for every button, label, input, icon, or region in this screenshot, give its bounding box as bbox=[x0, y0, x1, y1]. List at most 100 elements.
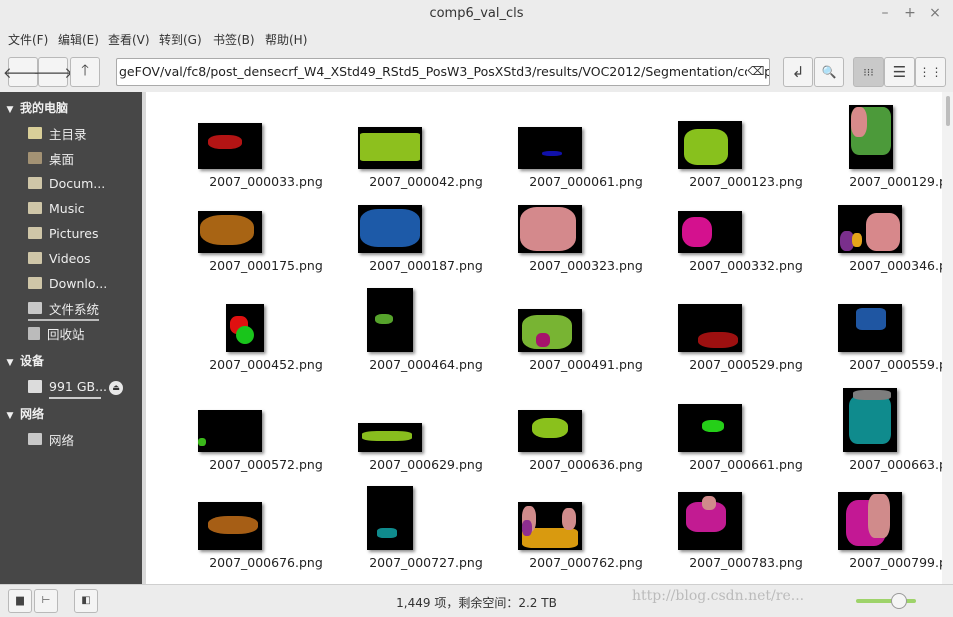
search-button[interactable]: 🔍 bbox=[814, 57, 844, 87]
file-item[interactable]: 2007_000661.png bbox=[666, 382, 826, 478]
sidebar-section-devices[interactable]: ▼ 设备 bbox=[0, 352, 44, 369]
maximize-icon[interactable]: + bbox=[902, 5, 918, 21]
file-item[interactable]: 2007_000799.png bbox=[826, 480, 942, 576]
sidebar-item-trash[interactable]: 回收站 bbox=[28, 322, 85, 344]
toolbar: 🡐 🡒 🡑 geFOV/val/fc8/post_densecrf_W4_XSt… bbox=[0, 50, 953, 92]
file-item[interactable]: 2007_000129.png bbox=[826, 92, 942, 189]
list-view-button[interactable]: ☰ bbox=[884, 57, 915, 87]
compact-view-button[interactable]: ⋮⋮ bbox=[915, 57, 946, 87]
file-item[interactable]: 2007_000629.png bbox=[346, 382, 506, 478]
file-item[interactable]: 2007_000323.png bbox=[506, 182, 666, 278]
menu-file[interactable]: 文件(F) bbox=[8, 31, 48, 48]
sidebar-item-home[interactable]: 主目录 bbox=[28, 122, 87, 144]
file-item[interactable]: 2007_000491.png bbox=[506, 282, 666, 378]
location-path[interactable]: geFOV/val/fc8/post_densecrf_W4_XStd49_RS… bbox=[119, 64, 769, 79]
location-bar[interactable]: geFOV/val/fc8/post_densecrf_W4_XStd49_RS… bbox=[116, 58, 770, 86]
sidebar-item-network[interactable]: 网络 bbox=[28, 428, 74, 450]
file-item[interactable]: 2007_000529.png bbox=[666, 282, 826, 378]
file-name: 2007_000332.png bbox=[689, 258, 803, 273]
sidebar-item-pictures[interactable]: Pictures bbox=[28, 222, 99, 244]
file-item[interactable]: 2007_000346.png bbox=[826, 182, 942, 278]
up-button[interactable]: 🡑 bbox=[70, 57, 100, 87]
menu-view[interactable]: 查看(V) bbox=[108, 31, 150, 48]
file-thumbnail bbox=[518, 127, 582, 169]
file-item[interactable]: 2007_000187.png bbox=[346, 182, 506, 278]
toggle-location-button[interactable]: ↲ bbox=[783, 57, 813, 87]
file-name: 2007_000187.png bbox=[369, 258, 483, 273]
zoom-slider-handle[interactable] bbox=[891, 593, 907, 609]
zoom-slider[interactable] bbox=[856, 599, 916, 603]
drive-icon bbox=[28, 379, 42, 393]
menu-go[interactable]: 转到(G) bbox=[159, 31, 202, 48]
file-item[interactable]: 2007_000676.png bbox=[186, 480, 346, 576]
collapse-arrow-icon: ▼ bbox=[6, 411, 14, 421]
file-thumbnail bbox=[358, 205, 422, 253]
sidebar-section-computer[interactable]: ▼ 我的电脑 bbox=[0, 99, 68, 116]
file-item[interactable]: 2007_000663.png bbox=[826, 382, 942, 478]
segment-region bbox=[208, 516, 258, 534]
segment-region bbox=[208, 135, 242, 149]
segment-region bbox=[684, 129, 728, 165]
title-bar[interactable]: comp6_val_cls – + × bbox=[0, 0, 953, 28]
file-item[interactable]: 2007_000332.png bbox=[666, 182, 826, 278]
file-item[interactable]: 2007_000061.png bbox=[506, 92, 666, 189]
search-icon: 🔍 bbox=[821, 65, 837, 79]
file-thumbnail bbox=[849, 105, 893, 169]
segment-region bbox=[698, 332, 738, 348]
file-name: 2007_000529.png bbox=[689, 357, 803, 372]
file-item[interactable]: 2007_000762.png bbox=[506, 480, 666, 576]
sidebar-section-network[interactable]: ▼ 网络 bbox=[0, 405, 44, 422]
file-item[interactable]: 2007_000636.png bbox=[506, 382, 666, 478]
sidebar-item-documents[interactable]: Docum... bbox=[28, 172, 105, 194]
file-item[interactable]: 2007_000783.png bbox=[666, 480, 826, 576]
icon-view-button[interactable]: ⁝⁝⁝ bbox=[853, 57, 884, 87]
sidebar-item-filesystem[interactable]: 文件系统 bbox=[28, 297, 100, 321]
file-thumbnail bbox=[358, 423, 422, 452]
menu-edit[interactable]: 编辑(E) bbox=[58, 31, 99, 48]
file-thumbnail bbox=[518, 410, 582, 452]
file-name: 2007_000452.png bbox=[209, 357, 323, 372]
file-item[interactable]: 2007_000452.png bbox=[186, 282, 346, 378]
file-item[interactable]: 2007_000042.png bbox=[346, 92, 506, 189]
forward-button[interactable]: 🡒 bbox=[33, 57, 73, 87]
scrollbar-thumb[interactable] bbox=[946, 96, 950, 126]
file-grid: 2007_000033.png 2007_000042.png 2007_00006… bbox=[146, 92, 942, 584]
collapse-arrow-icon: ▼ bbox=[6, 105, 14, 115]
sidebar-item-downloads[interactable]: Downlo... bbox=[28, 272, 107, 294]
menu-bookmarks[interactable]: 书签(B) bbox=[213, 31, 255, 48]
file-item[interactable]: 2007_000727.png bbox=[346, 480, 506, 576]
sidebar-item-desktop[interactable]: 桌面 bbox=[28, 147, 74, 169]
close-icon[interactable]: × bbox=[927, 5, 943, 21]
minimize-icon[interactable]: – bbox=[877, 5, 893, 21]
file-name: 2007_000762.png bbox=[529, 555, 643, 570]
file-item[interactable]: 2007_000033.png bbox=[186, 92, 346, 189]
file-item[interactable]: 2007_000464.png bbox=[346, 282, 506, 378]
file-thumbnail bbox=[518, 502, 582, 550]
file-name: 2007_000572.png bbox=[209, 457, 323, 472]
menu-help[interactable]: 帮助(H) bbox=[265, 31, 307, 48]
home-folder-icon bbox=[28, 127, 42, 139]
file-item[interactable]: 2007_000572.png bbox=[186, 382, 346, 478]
sidebar-item-music[interactable]: Music bbox=[28, 197, 85, 219]
file-name: 2007_000727.png bbox=[369, 555, 483, 570]
file-name: 2007_000799.png bbox=[849, 555, 942, 570]
file-item[interactable]: 2007_000559.png bbox=[826, 282, 942, 378]
clear-location-icon[interactable]: ⌫ bbox=[747, 62, 765, 80]
toggle-location-icon: ↲ bbox=[791, 63, 805, 81]
filesystem-icon bbox=[28, 302, 42, 314]
file-item[interactable]: 2007_000123.png bbox=[666, 92, 826, 189]
sidebar-item-videos[interactable]: Videos bbox=[28, 247, 91, 269]
file-thumbnail bbox=[678, 492, 742, 550]
segment-region bbox=[851, 107, 867, 137]
file-thumbnail bbox=[367, 486, 413, 550]
segment-region bbox=[522, 520, 532, 536]
eject-icon[interactable]: ⏏ bbox=[109, 381, 123, 395]
vertical-scrollbar[interactable] bbox=[942, 92, 953, 584]
trash-icon bbox=[28, 326, 40, 340]
file-name: 2007_000491.png bbox=[529, 357, 643, 372]
file-item[interactable]: 2007_000175.png bbox=[186, 182, 346, 278]
file-name: 2007_000175.png bbox=[209, 258, 323, 273]
file-name: 2007_000663.png bbox=[849, 457, 942, 472]
sidebar-item-drive[interactable]: 991 GB... bbox=[28, 375, 107, 397]
segment-region bbox=[236, 326, 254, 344]
